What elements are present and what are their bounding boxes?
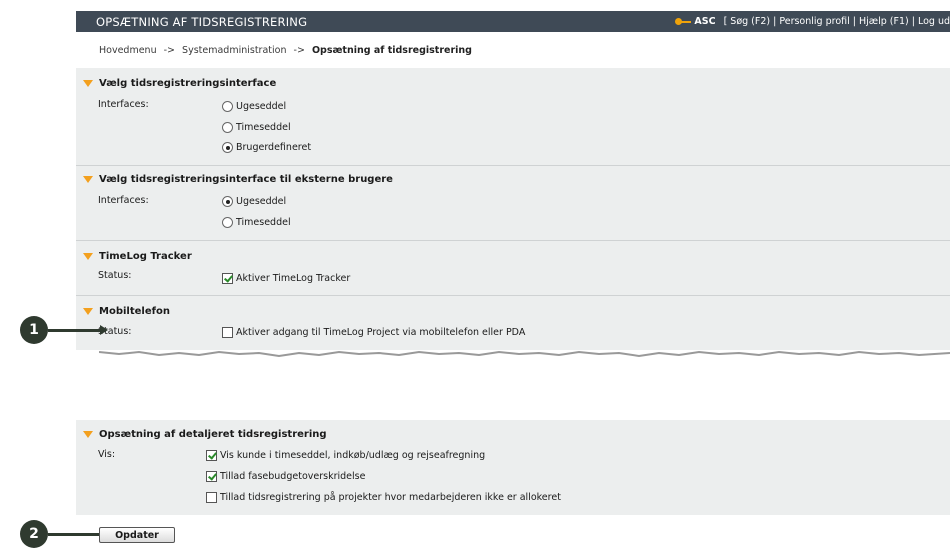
checkbox-allow-unallocated[interactable]: Tillad tidsregistrering på projekter hvo… (206, 492, 561, 503)
radio-option-brugerdefineret[interactable]: Brugerdefineret (222, 142, 311, 153)
radio-label: Timeseddel (236, 122, 291, 133)
breadcrumb-item-main-menu[interactable]: Hovedmenu (99, 45, 157, 56)
collapse-triangle-icon (83, 253, 93, 260)
checkbox-show-customer[interactable]: Vis kunde i timeseddel, indkøb/udlæg og … (206, 450, 485, 461)
collapse-triangle-icon (83, 176, 93, 183)
checkbox-mobile[interactable]: Aktiver adgang til TimeLog Project via m… (222, 327, 525, 338)
section-header-external[interactable]: Vælg tidsregistreringsinterface til ekst… (83, 174, 393, 185)
vis-label: Vis: (98, 449, 116, 460)
checkbox-tracker[interactable]: Aktiver TimeLog Tracker (222, 273, 350, 284)
section-title: Vælg tidsregistreringsinterface til ekst… (99, 174, 393, 185)
torn-edge (99, 350, 950, 358)
settings-panel-lower: Opsætning af detaljeret tidsregistrering… (76, 420, 950, 515)
app-header: OPSÆTNING AF TIDSREGISTRERING ASC [ Søg … (76, 11, 950, 32)
checkbox-unchecked[interactable] (206, 492, 217, 503)
collapse-triangle-icon (83, 308, 93, 315)
checkbox-unchecked[interactable] (222, 327, 233, 338)
collapse-triangle-icon (83, 431, 93, 438)
section-divider (76, 295, 950, 296)
checkbox-label: Tillad tidsregistrering på projekter hvo… (220, 492, 561, 503)
key-icon (675, 17, 692, 26)
radio-label: Brugerdefineret (236, 142, 312, 153)
callout-badge: 2 (20, 520, 48, 548)
page-header-title: OPSÆTNING AF TIDSREGISTRERING (96, 14, 308, 29)
checkbox-label: Aktiver TimeLog Tracker (236, 273, 351, 284)
breadcrumb: Hovedmenu -> Systemadministration -> Ops… (99, 45, 472, 56)
section-title: Opsætning af detaljeret tidsregistrering (99, 429, 327, 440)
arrow-icon (48, 324, 108, 335)
section-header-detailed[interactable]: Opsætning af detaljeret tidsregistrering (83, 429, 327, 440)
breadcrumb-item-current: Opsætning af tidsregistrering (311, 45, 472, 56)
interfaces-label: Interfaces: (98, 195, 149, 206)
radio-option-timeseddel-external[interactable]: Timeseddel (222, 217, 291, 228)
callout-2: 2 (20, 520, 108, 548)
radio-option-ugeseddel[interactable]: Ugeseddel (222, 101, 286, 112)
radio-label: Ugeseddel (236, 196, 287, 207)
radio-button[interactable] (222, 122, 233, 133)
breadcrumb-item-system-admin[interactable]: Systemadministration (182, 45, 286, 56)
header-right: ASC [ Søg (F2) | Personlig profil | Hjæl… (675, 16, 950, 27)
radio-button[interactable] (222, 217, 233, 228)
arrow-icon (48, 528, 108, 539)
callout-1: 1 (20, 316, 108, 344)
radio-button-selected[interactable] (222, 196, 233, 207)
section-header-interface[interactable]: Vælg tidsregistreringsinterface (83, 78, 276, 89)
section-divider (76, 240, 950, 241)
radio-label: Timeseddel (236, 217, 291, 228)
checkbox-label: Vis kunde i timeseddel, indkøb/udlæg og … (220, 450, 486, 461)
breadcrumb-separator: -> (293, 45, 305, 56)
checkbox-allow-overrun[interactable]: Tillad fasebudgetoverskridelse (206, 471, 365, 482)
checkbox-checked[interactable] (206, 471, 217, 482)
radio-label: Ugeseddel (236, 101, 287, 112)
section-title: TimeLog Tracker (99, 251, 192, 262)
interfaces-label: Interfaces: (98, 99, 149, 110)
checkbox-label: Tillad fasebudgetoverskridelse (220, 471, 366, 482)
status-label: Status: (98, 270, 132, 281)
radio-option-timeseddel[interactable]: Timeseddel (222, 122, 291, 133)
callout-badge: 1 (20, 316, 48, 344)
section-header-tracker[interactable]: TimeLog Tracker (83, 251, 192, 262)
checkbox-checked[interactable] (222, 273, 233, 284)
radio-button[interactable] (222, 101, 233, 112)
breadcrumb-separator: -> (163, 45, 176, 56)
settings-panel: Vælg tidsregistreringsinterface Interfac… (76, 68, 950, 350)
radio-button-selected[interactable] (222, 142, 233, 153)
checkbox-label: Aktiver adgang til TimeLog Project via m… (236, 327, 526, 338)
radio-option-ugeseddel-external[interactable]: Ugeseddel (222, 196, 286, 207)
section-divider (76, 165, 950, 166)
section-title: Vælg tidsregistreringsinterface (99, 78, 277, 89)
user-initials[interactable]: ASC (694, 16, 715, 27)
collapse-triangle-icon (83, 80, 93, 87)
header-links[interactable]: [ Søg (F2) | Personlig profil | Hjælp (F… (724, 16, 950, 27)
update-button[interactable]: Opdater (99, 527, 175, 543)
section-title: Mobiltelefon (99, 306, 170, 317)
checkbox-checked[interactable] (206, 450, 217, 461)
